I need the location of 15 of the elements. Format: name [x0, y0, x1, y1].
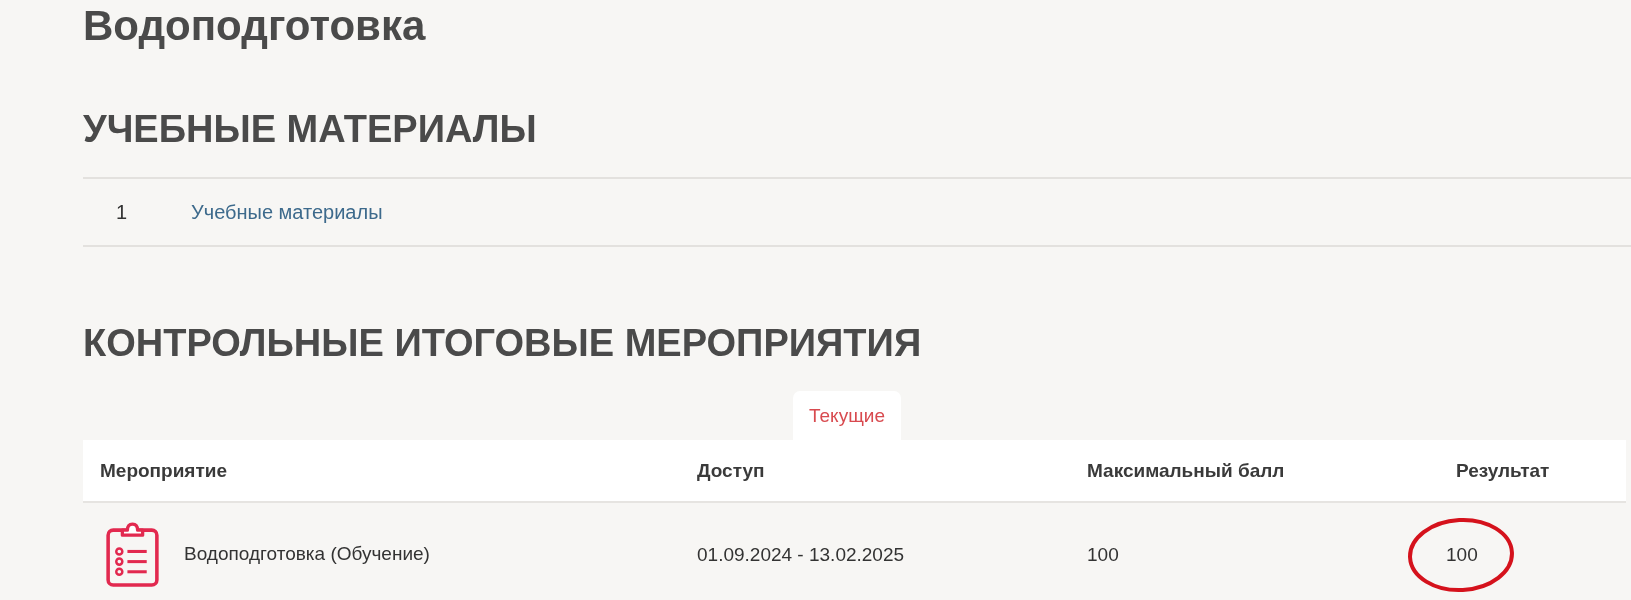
column-header: Результат [1456, 459, 1550, 482]
page-title: Водоподготовка [83, 2, 427, 50]
column-header: Доступ [697, 459, 765, 482]
clipboard-list-icon [106, 521, 159, 587]
access-dates: 01.09.2024 - 13.02.2025 [697, 544, 905, 566]
material-number: 1 [115, 200, 129, 224]
section-heading: КОНТРОЛЬНЫЕ ИТОГОВЫЕ МЕРОПРИЯТИЯ [83, 321, 923, 365]
max-score: 100 [1087, 544, 1119, 566]
tab[interactable]: Текущие [793, 391, 901, 440]
section-heading: УЧЕБНЫЕ МАТЕРИАЛЫ [83, 107, 538, 151]
result-score: 100 [1446, 544, 1478, 566]
column-header: Максимальный балл [1087, 459, 1285, 482]
column-header: Мероприятие [100, 459, 227, 482]
material-link[interactable]: Учебные материалы [191, 200, 383, 224]
event-name: Водоподготовка (Обучение) [184, 543, 430, 565]
